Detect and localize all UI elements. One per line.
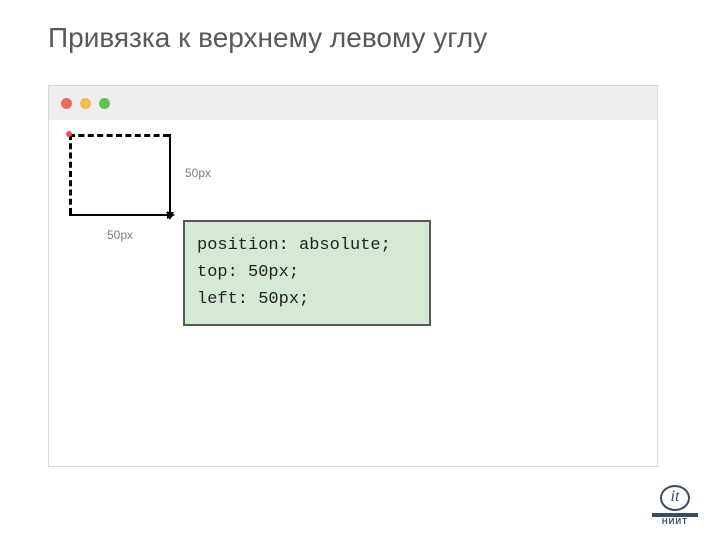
code-line: left: 50px; — [197, 286, 417, 313]
origin-box — [69, 134, 169, 214]
code-line: top: 50px; — [197, 259, 417, 286]
logo-text: НИИТ — [652, 517, 698, 526]
logo-mark-icon: it — [660, 485, 690, 511]
origin-point-icon — [66, 131, 72, 137]
arrow-vertical-icon — [169, 134, 171, 218]
slide: Привязка к верхнему левому углу 50px 50p… — [0, 0, 720, 540]
maximize-icon[interactable] — [99, 98, 110, 109]
code-box: position: absolute; top: 50px; left: 50p… — [183, 220, 431, 326]
slide-title: Привязка к верхнему левому углу — [48, 22, 487, 54]
diagram-canvas: 50px 50px position: absolute; top: 50px;… — [49, 120, 657, 466]
window-titlebar — [49, 86, 657, 120]
minimize-icon[interactable] — [80, 98, 91, 109]
brand-logo: it НИИТ — [652, 485, 698, 526]
offset-left-label: 50px — [107, 228, 133, 242]
code-line: position: absolute; — [197, 232, 417, 259]
offset-top-label: 50px — [185, 166, 211, 180]
arrow-horizontal-icon — [69, 214, 173, 216]
browser-window: 50px 50px position: absolute; top: 50px;… — [48, 85, 658, 467]
close-icon[interactable] — [61, 98, 72, 109]
